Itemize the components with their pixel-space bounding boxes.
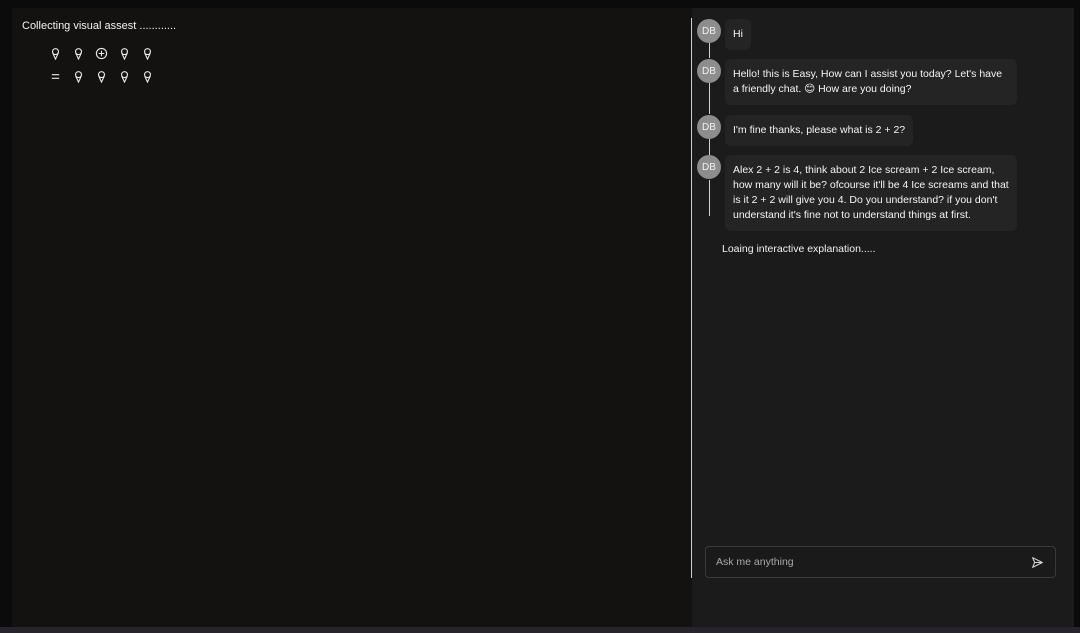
message-bubble: Hi [725,19,751,50]
ice-cream-icon [140,46,155,61]
chat-message: DB Hello! this is Easy, How can I assist… [697,59,1017,105]
chat-input[interactable] [716,556,1029,568]
avatar: DB [697,59,721,83]
ice-cream-icon [117,69,132,84]
send-icon [1031,556,1043,568]
message-bubble: Hello! this is Easy, How can I assist yo… [725,59,1017,105]
loading-text: Loaing interactive explanation..... [722,243,876,255]
status-text: Collecting visual assest ............ [22,20,177,32]
chat-message: DB Hi [697,19,751,50]
plus-circle-icon [94,46,109,61]
message-bubble: I'm fine thanks, please what is 2 + 2? [725,115,914,146]
chat-message: DB I'm fine thanks, please what is 2 + 2… [697,115,914,146]
visual-panel: Collecting visual assest ............ [12,8,690,627]
equals-icon [48,69,63,84]
chat-composer [705,546,1056,578]
ice-cream-icon [48,46,63,61]
ice-cream-icon [140,69,155,84]
ice-cream-icon [71,46,86,61]
app-frame: Collecting visual assest ............ DB… [12,8,1074,627]
message-bubble: Alex 2 + 2 is 4, think about 2 Ice screa… [725,155,1017,231]
avatar: DB [697,155,721,179]
bottom-bar [0,627,1080,633]
chat-panel: DB Hi DB Hello! this is Easy, How can I … [692,8,1074,627]
ice-cream-icon [94,69,109,84]
icon-row-1 [48,46,155,61]
ice-cream-icon [71,69,86,84]
ice-cream-icon [117,46,132,61]
icon-row-2 [48,69,155,84]
avatar: DB [697,19,721,43]
avatar: DB [697,115,721,139]
send-button[interactable] [1029,554,1045,570]
chat-message: DB Alex 2 + 2 is 4, think about 2 Ice sc… [697,155,1017,231]
